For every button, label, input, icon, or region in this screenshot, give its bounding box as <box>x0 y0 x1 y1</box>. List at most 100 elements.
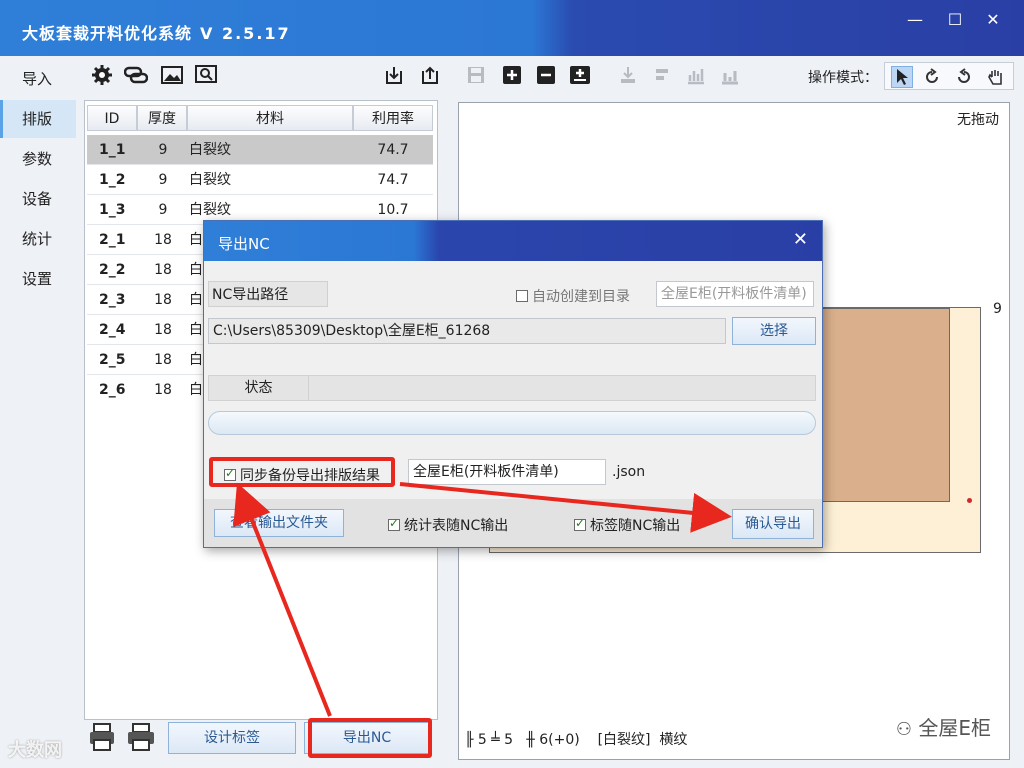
title-bar: 大板套裁开料优化系统 V 2.5.17 — ☐ ✕ <box>0 0 1024 56</box>
auto-create-label: 自动创建到目录 <box>532 289 630 305</box>
cell-material: 白裂纹 <box>189 172 231 188</box>
design-label-button[interactable]: 设计标签 <box>168 722 296 754</box>
maximize-button[interactable]: ☐ <box>940 8 970 32</box>
cell-rate: 74.7 <box>377 172 409 188</box>
minimize-button[interactable]: — <box>900 8 930 32</box>
gear-icon[interactable] <box>90 64 114 86</box>
col-thickness[interactable]: 厚度 <box>137 105 187 131</box>
status-parts: ╫ 6(+0) <box>526 732 580 748</box>
dialog-close-icon[interactable]: ✕ <box>793 229 808 250</box>
auto-create-checkbox[interactable]: 自动创建到目录 <box>516 286 630 306</box>
checkbox-icon[interactable] <box>516 290 528 302</box>
stats-with-nc-checkbox[interactable]: 统计表随NC输出 <box>388 515 508 535</box>
app-title: 大板套裁开料优化系统 V 2.5.17 <box>22 20 291 44</box>
printer-icon[interactable] <box>126 722 156 756</box>
nav-item-import[interactable]: 导入 <box>0 60 76 98</box>
app-version: V 2.5.17 <box>200 24 291 43</box>
chart-icon[interactable] <box>684 64 708 86</box>
watermark-text: 全屋E柜 <box>918 716 991 740</box>
plus-icon[interactable] <box>500 64 524 86</box>
col-material[interactable]: 材料 <box>187 105 353 131</box>
highlight-export-nc <box>308 718 432 758</box>
pointer-icon[interactable] <box>891 66 913 88</box>
cell-thickness: 18 <box>154 262 172 278</box>
mode-group <box>884 62 1014 90</box>
hand-icon[interactable] <box>985 66 1007 88</box>
align2-icon[interactable] <box>650 64 674 86</box>
cell-thickness: 9 <box>158 172 168 188</box>
label-with-nc-checkbox[interactable]: 标签随NC输出 <box>574 515 680 535</box>
nav-item-layout[interactable]: 排版 <box>0 100 76 138</box>
cell-thickness: 18 <box>154 322 172 338</box>
cell-thickness: 18 <box>154 292 172 308</box>
checkbox-checked-icon[interactable] <box>574 516 586 531</box>
nc-path-field[interactable]: C:\Users\85309\Desktop\全屋E柜_61268 <box>208 318 726 344</box>
dialog-footer: 查看输出文件夹 统计表随NC输出 标签随NC输出 确认导出 <box>204 499 822 547</box>
minus-icon[interactable] <box>534 64 558 86</box>
nc-path-label: NC导出路径 <box>208 281 328 307</box>
export-nc-dialog: 导出NC ✕ NC导出路径 自动创建到目录 全屋E柜(开料板件清单) C:\Us… <box>203 220 823 548</box>
checkbox-checked-icon[interactable] <box>388 516 400 531</box>
close-button[interactable]: ✕ <box>978 8 1008 32</box>
status-material: [白裂纹] <box>597 732 651 748</box>
rotate-ccw-icon[interactable] <box>953 66 975 88</box>
cell-thickness: 9 <box>158 202 168 218</box>
dialog-title-bar: 导出NC ✕ <box>204 221 822 261</box>
view-output-folder-button[interactable]: 查看输出文件夹 <box>214 509 344 537</box>
cell-rate: 74.7 <box>377 142 409 158</box>
table-row[interactable]: 1_2 9 白裂纹 74.7 <box>87 165 433 195</box>
mode-label: 操作模式： <box>808 70 878 86</box>
image-icon[interactable] <box>160 64 184 86</box>
rotate-cw-icon[interactable] <box>921 66 943 88</box>
print-icon[interactable] <box>88 722 116 756</box>
left-nav: 导入 排版 参数 设备 统计 设置 <box>0 56 78 768</box>
toolbar: 操作模式： <box>78 58 1024 94</box>
status-grain: 横纹 <box>659 732 688 748</box>
sheet-count: 9 <box>993 301 1002 317</box>
cell-thickness: 18 <box>154 382 172 398</box>
status-table: 状态 <box>208 375 816 401</box>
cell-id: 2_4 <box>99 322 126 338</box>
align-icon[interactable] <box>616 64 640 86</box>
choose-path-button[interactable]: 选择 <box>732 317 816 345</box>
cell-id: 2_5 <box>99 352 126 368</box>
cell-thickness: 18 <box>154 352 172 368</box>
corner-marker <box>967 498 972 503</box>
label-with-nc-label: 标签随NC输出 <box>590 518 681 534</box>
cell-id: 2_1 <box>99 232 126 248</box>
wechat-icon: ⚇ <box>895 719 912 740</box>
status-edges: ╟ 5 ╧ 5 <box>465 732 514 748</box>
cell-material: 白裂纹 <box>189 142 231 158</box>
add-sheet-icon[interactable] <box>568 64 592 86</box>
cell-id: 2_2 <box>99 262 126 278</box>
save-icon[interactable] <box>464 64 488 86</box>
import-icon[interactable] <box>382 64 406 86</box>
app-name: 大板套裁开料优化系统 <box>22 24 193 43</box>
cell-id: 1_1 <box>99 142 126 158</box>
confirm-export-button[interactable]: 确认导出 <box>732 509 814 539</box>
canvas-status: ╟ 5 ╧ 5 ╫ 6(+0) [白裂纹] 横纹 <box>465 729 687 749</box>
chart2-icon[interactable] <box>718 64 742 86</box>
nav-item-params[interactable]: 参数 <box>0 140 76 178</box>
stats-with-nc-label: 统计表随NC输出 <box>404 518 509 534</box>
table-header: ID 厚度 材料 利用率 <box>87 105 433 131</box>
table-row[interactable]: 1_1 9 白裂纹 74.7 <box>87 135 433 165</box>
cell-thickness: 9 <box>158 142 168 158</box>
nav-item-stats[interactable]: 统计 <box>0 220 76 258</box>
export-icon[interactable] <box>418 64 442 86</box>
drag-mode-label: 无拖动 <box>957 112 999 128</box>
export-progress-bar <box>208 411 816 435</box>
cell-id: 1_2 <box>99 172 126 188</box>
watermark: ⚇ 全屋E柜 <box>896 712 991 741</box>
backup-filename-field[interactable]: 全屋E柜(开料板件清单) <box>408 459 606 485</box>
col-rate[interactable]: 利用率 <box>353 105 433 131</box>
nav-item-devices[interactable]: 设备 <box>0 180 76 218</box>
cell-id: 2_3 <box>99 292 126 308</box>
col-id[interactable]: ID <box>87 105 137 131</box>
site-watermark: 大数网 <box>8 740 62 761</box>
auto-create-dir-field[interactable]: 全屋E柜(开料板件清单) <box>656 281 814 307</box>
nav-item-settings[interactable]: 设置 <box>0 260 76 298</box>
highlight-sync-backup <box>209 457 395 487</box>
chain-icon[interactable] <box>124 64 148 86</box>
search-image-icon[interactable] <box>194 64 218 86</box>
